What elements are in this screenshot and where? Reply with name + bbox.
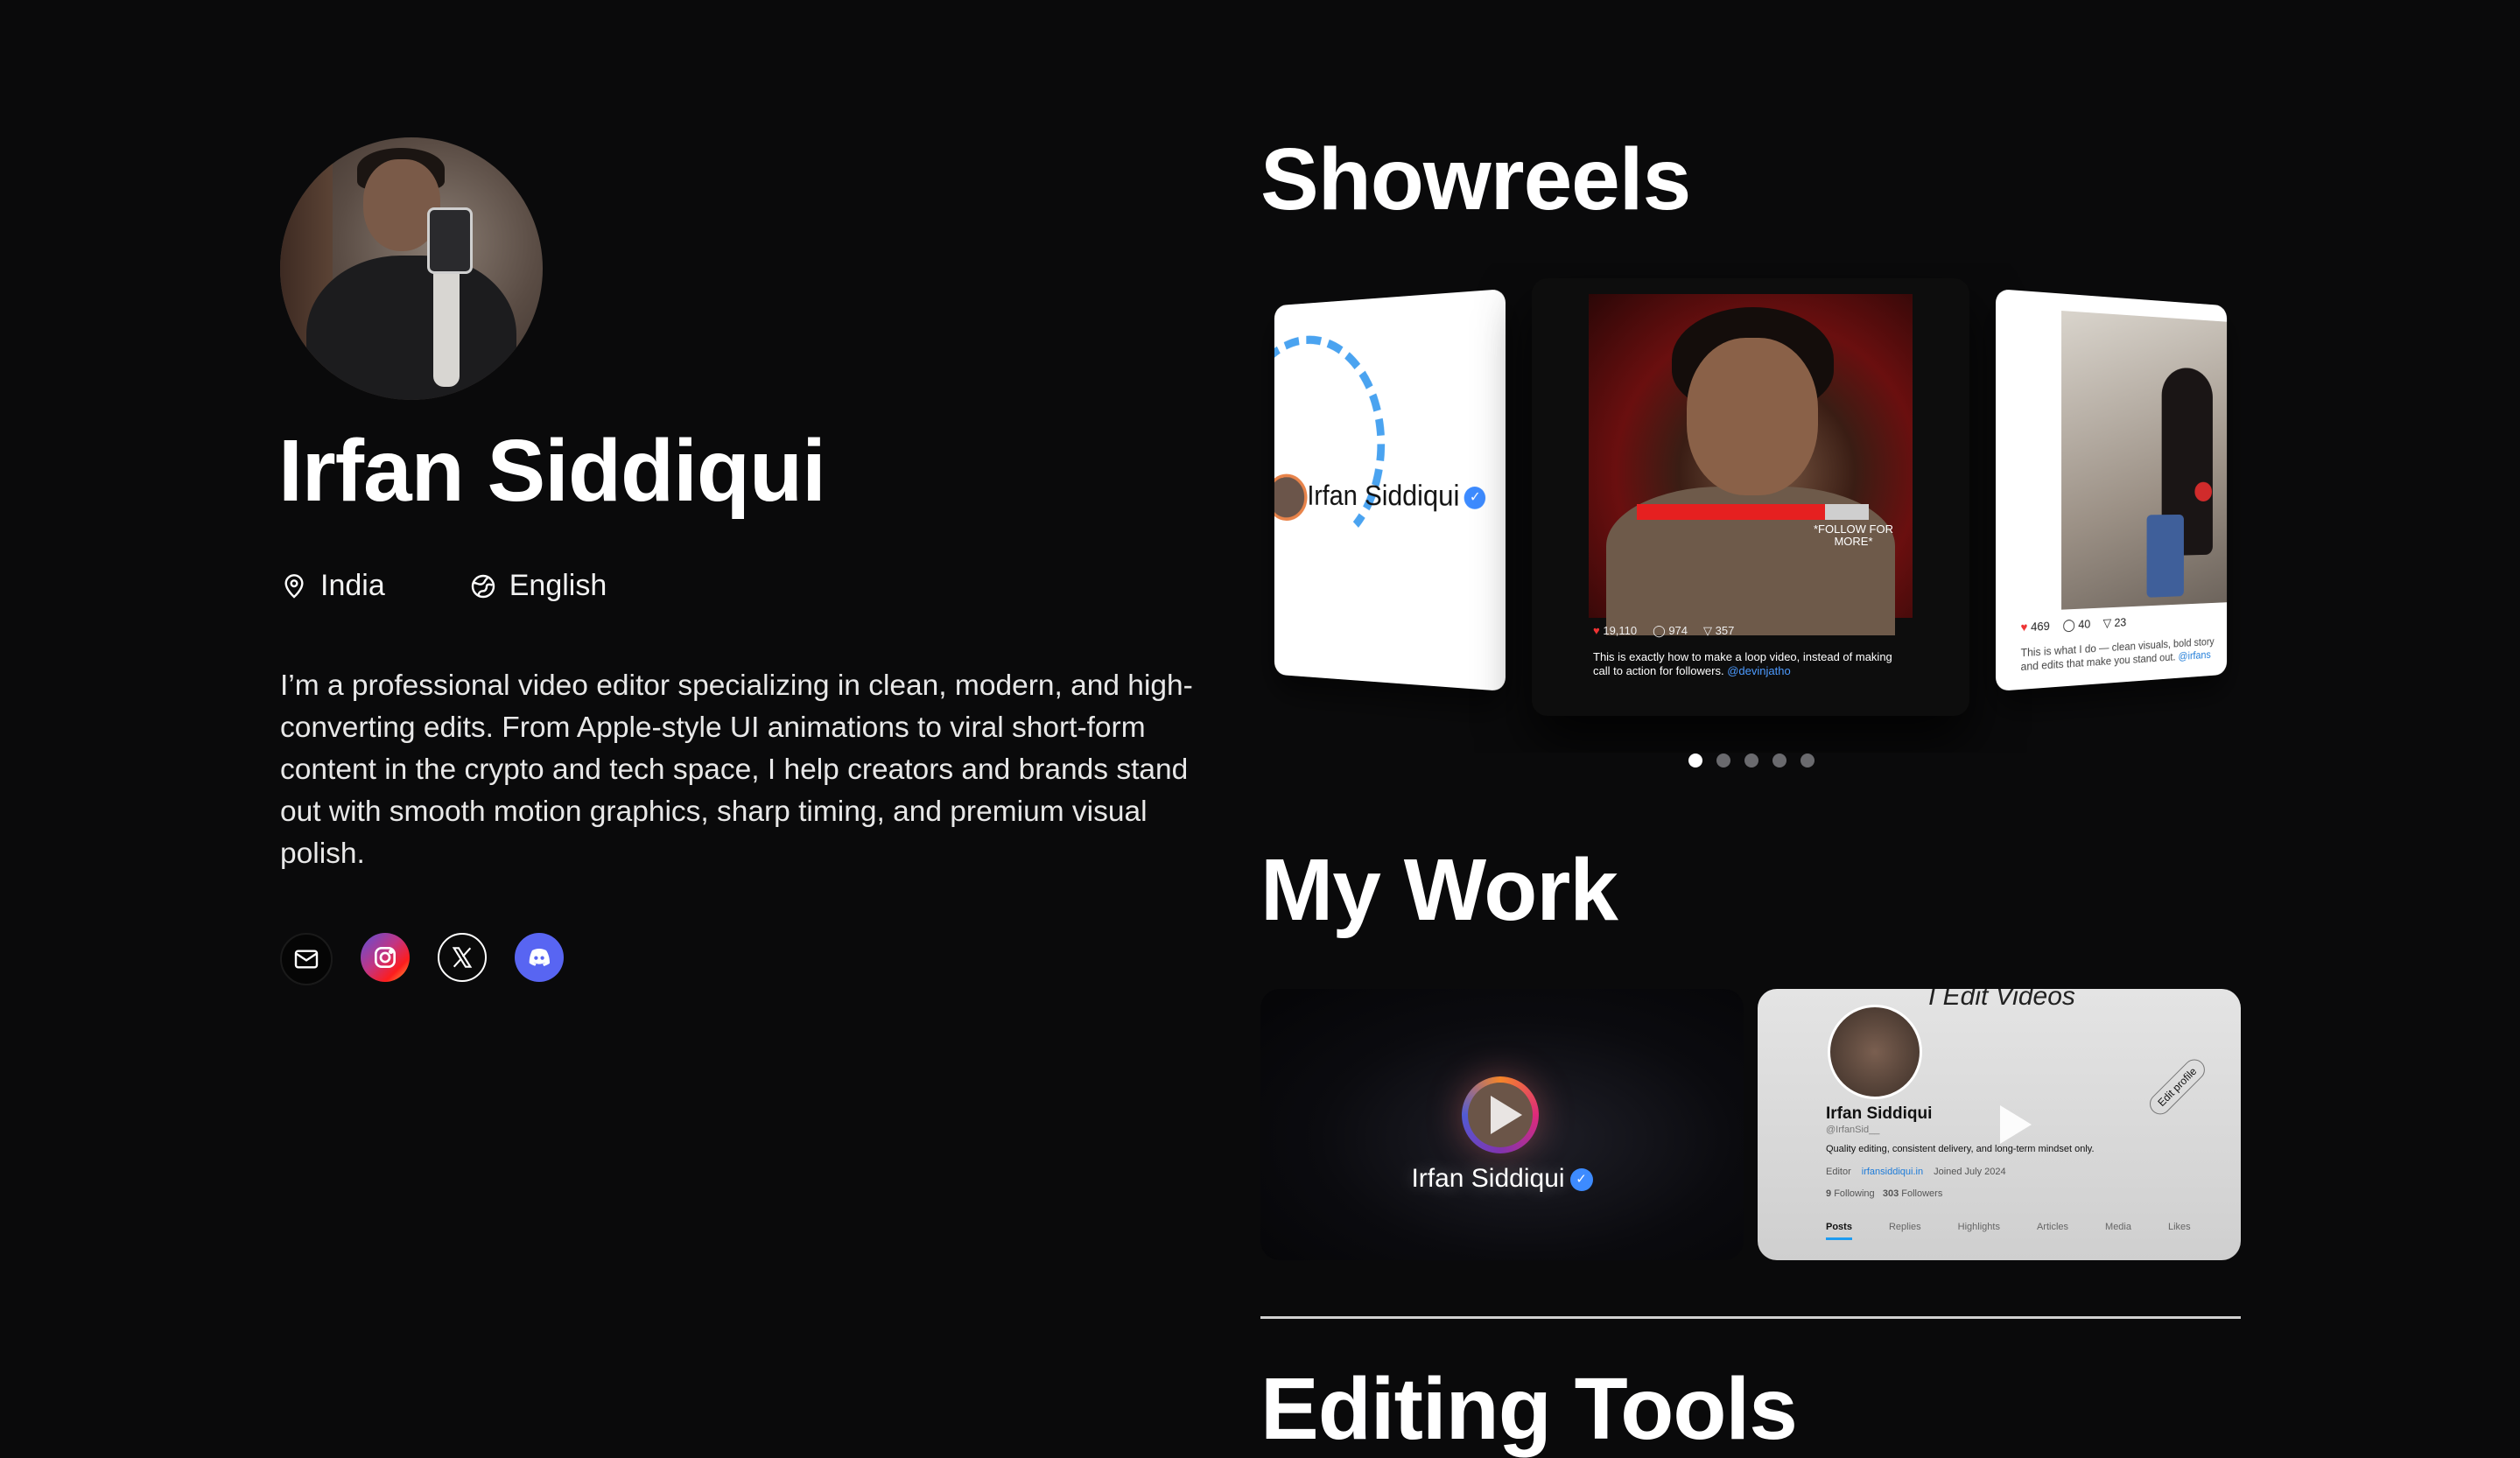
- send-icon: ▽: [2102, 615, 2112, 630]
- heart-icon: ♥: [1593, 624, 1600, 637]
- shares: ▽ 357: [1703, 624, 1735, 637]
- likes: ♥ 19,110: [1593, 624, 1638, 637]
- post-caption: This is exactly how to make a loop video…: [1593, 650, 1892, 677]
- discord-link[interactable]: [515, 933, 564, 982]
- pagination-dot[interactable]: [1772, 754, 1786, 768]
- profile-avatar: [280, 137, 543, 400]
- profile-display-name: Irfan Siddiqui: [1826, 1104, 1933, 1123]
- location-pin-icon: [284, 573, 304, 599]
- discord-icon: [529, 949, 550, 966]
- post-stats: ♥ 19,110 ◯ 974 ▽ 357: [1593, 624, 1734, 638]
- tab-articles: Articles: [2036, 1222, 2069, 1232]
- showreel-card-next[interactable]: ♥ 469 ◯ 40 ▽ 23 This is what I do — clea…: [1996, 289, 2228, 691]
- caption-tag: @devinjatho: [1727, 664, 1791, 677]
- mail-icon: [294, 950, 319, 969]
- profile-bio: I’m a professional video editor speciali…: [280, 669, 1193, 870]
- profile-meta: India English: [280, 569, 607, 603]
- profile-name: Irfan Siddiqui: [278, 422, 826, 520]
- play-icon[interactable]: [1491, 1096, 1522, 1134]
- globe-icon: [471, 574, 495, 598]
- play-icon[interactable]: [2000, 1105, 2032, 1144]
- instagram-link[interactable]: [361, 933, 410, 982]
- editing-tools-heading: Editing Tools: [1260, 1360, 1798, 1458]
- showreel-photo: [2061, 311, 2228, 610]
- role: Editor: [1826, 1167, 1851, 1177]
- showreel-left-label: Irfan Siddiqui: [1307, 480, 1460, 513]
- language-label: English: [509, 569, 607, 602]
- post-caption: This is what I do — clean visuals, bold …: [2020, 634, 2215, 674]
- pagination-dot[interactable]: [1716, 754, 1730, 768]
- caption-tag: @irfans: [2178, 648, 2211, 662]
- profile-info: Editor irfansiddiqui.in Joined July 2024: [1826, 1167, 2006, 1177]
- pagination-dot[interactable]: [1688, 754, 1702, 768]
- send-icon: ▽: [1703, 624, 1713, 637]
- social-links: [280, 933, 564, 985]
- instagram-icon: [375, 947, 396, 968]
- shares: ▽ 23: [2102, 614, 2127, 630]
- pagination-dot[interactable]: [1801, 754, 1815, 768]
- likes: ♥ 469: [2020, 619, 2050, 634]
- joined-date: Joined July 2024: [1934, 1167, 2006, 1177]
- tab-media: Media: [2105, 1222, 2131, 1232]
- follow-counts: 9 Following 303 Followers: [1826, 1188, 1943, 1199]
- carousel-pagination: [1688, 754, 1815, 768]
- profile-description: Quality editing, consistent delivery, an…: [1826, 1144, 2095, 1154]
- showreel-video[interactable]: *FOLLOW FOR MORE*: [1589, 294, 1913, 635]
- profile-handle: @IrfanSid__: [1826, 1125, 1880, 1135]
- work-video-card-1[interactable]: Irfan Siddiqui ✓: [1260, 989, 1744, 1260]
- comment-icon: ◯: [2062, 617, 2075, 632]
- email-link[interactable]: [280, 933, 333, 985]
- my-work-heading: My Work: [1260, 841, 1618, 939]
- showreel-card-active[interactable]: *FOLLOW FOR MORE* ♥ 19,110 ◯ 974 ▽ 357 T…: [1532, 278, 1969, 716]
- tab-posts: Posts: [1826, 1222, 1852, 1240]
- edit-profile-button: Edit profile: [2145, 1055, 2209, 1119]
- comments: ◯ 40: [2062, 616, 2091, 632]
- pagination-dot[interactable]: [1744, 754, 1758, 768]
- tab-replies: Replies: [1888, 1222, 1921, 1232]
- location: India: [280, 569, 385, 603]
- avatar: [1828, 1005, 1922, 1099]
- tab-likes: Likes: [2168, 1222, 2191, 1232]
- post-stats: ♥ 469 ◯ 40 ▽ 23: [2021, 615, 2127, 635]
- language: English: [469, 569, 607, 603]
- verified-badge-icon: ✓: [1569, 1168, 1593, 1192]
- tab-highlights: Highlights: [1957, 1222, 2000, 1232]
- verified-badge-icon: ✓: [1464, 487, 1486, 509]
- x-link[interactable]: [438, 933, 487, 982]
- comments: ◯ 974: [1653, 624, 1688, 637]
- website-link: irfansiddiqui.in: [1861, 1167, 1924, 1177]
- follow-overlay-text: *FOLLOW FOR MORE*: [1813, 522, 1893, 548]
- showreel-card-prev[interactable]: Irfan Siddiqui ✓: [1274, 289, 1506, 691]
- location-label: India: [320, 569, 385, 602]
- comment-icon: ◯: [1653, 624, 1666, 637]
- profile-tabs: Posts Replies Highlights Articles Media …: [1826, 1222, 2191, 1240]
- showreels-carousel[interactable]: Irfan Siddiqui ✓ *FOLLOW FOR MORE* ♥ 19,1…: [1260, 263, 2241, 753]
- heart-icon: ♥: [2020, 620, 2028, 634]
- work-video-card-2[interactable]: I Edit Videos Edit profile Irfan Siddiqu…: [1758, 989, 2241, 1260]
- work-card-label: Irfan Siddiqui: [1411, 1164, 1565, 1193]
- section-divider: [1260, 1316, 2241, 1319]
- showreels-heading: Showreels: [1260, 130, 1691, 228]
- x-icon: [452, 947, 473, 968]
- scribble-text: I Edit Videos: [1928, 989, 2075, 1011]
